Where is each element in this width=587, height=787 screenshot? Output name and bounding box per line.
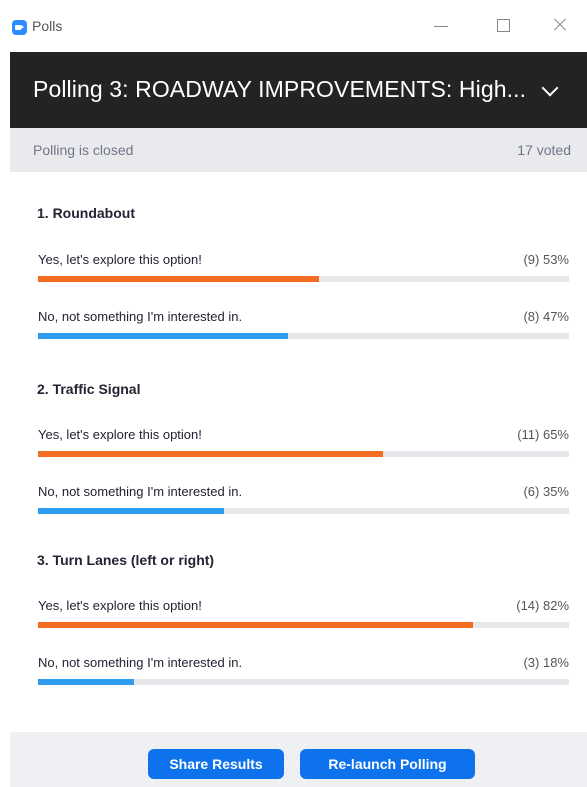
question-title: 3. Turn Lanes (left or right) [37,552,215,568]
close-icon[interactable] [545,14,575,36]
answer-stat: (6) 35% [523,484,569,499]
answer-label: Yes, let's explore this option! [38,252,202,267]
answer-label: No, not something I'm interested in. [38,309,243,324]
answer-row: No, not something I'm interested in. (6)… [38,484,569,524]
result-bar-track [38,508,569,514]
question-title: 2. Traffic Signal [37,381,141,397]
window-title: Polls [32,18,63,34]
answer-label: Yes, let's explore this option! [38,427,202,442]
zoom-camera-icon [12,20,27,35]
question-title: 1. Roundabout [37,205,135,221]
vote-count: 17 voted [517,142,571,158]
result-bar-track [38,451,569,457]
poll-status-bar: Polling is closed 17 voted [10,128,587,172]
answer-row: No, not something I'm interested in. (8)… [38,309,569,349]
poll-results: 1. Roundabout Yes, let's explore this op… [10,172,587,732]
answer-row: Yes, let's explore this option! (11) 65% [38,427,569,467]
result-bar-fill [38,276,320,282]
poll-status: Polling is closed [33,142,134,158]
answer-label: No, not something I'm interested in. [38,484,243,499]
answer-label: No, not something I'm interested in. [38,655,243,670]
result-bar-fill [38,679,134,685]
poll-footer: Share Results Re-launch Polling [10,732,587,787]
share-results-button[interactable]: Share Results [148,749,284,779]
result-bar-track [38,679,569,685]
answer-row: Yes, let's explore this option! (14) 82% [38,598,569,638]
answer-stat: (14) 82% [516,598,569,613]
poll-title: Polling 3: ROADWAY IMPROVEMENTS: High... [33,76,527,102]
answer-stat: (11) 65% [517,427,569,442]
result-bar-fill [38,508,224,514]
result-bar-track [38,622,569,628]
answer-row: No, not something I'm interested in. (3)… [38,655,569,695]
answer-stat: (3) 18% [523,655,569,670]
result-bar-fill [38,622,474,628]
relaunch-polling-button[interactable]: Re-launch Polling [300,749,475,779]
answer-row: Yes, let's explore this option! (9) 53% [38,252,569,292]
result-bar-fill [38,333,288,339]
poll-header[interactable]: Polling 3: ROADWAY IMPROVEMENTS: High... [10,52,587,128]
result-bar-track [38,276,569,282]
answer-stat: (8) 47% [523,309,569,324]
answer-label: Yes, let's explore this option! [38,598,202,613]
chevron-down-icon[interactable] [541,79,559,97]
window-titlebar: Polls [0,0,587,52]
result-bar-track [38,333,569,339]
result-bar-fill [38,451,384,457]
answer-stat: (9) 53% [523,252,569,267]
minimize-icon[interactable] [426,14,456,36]
maximize-icon[interactable] [488,14,518,36]
